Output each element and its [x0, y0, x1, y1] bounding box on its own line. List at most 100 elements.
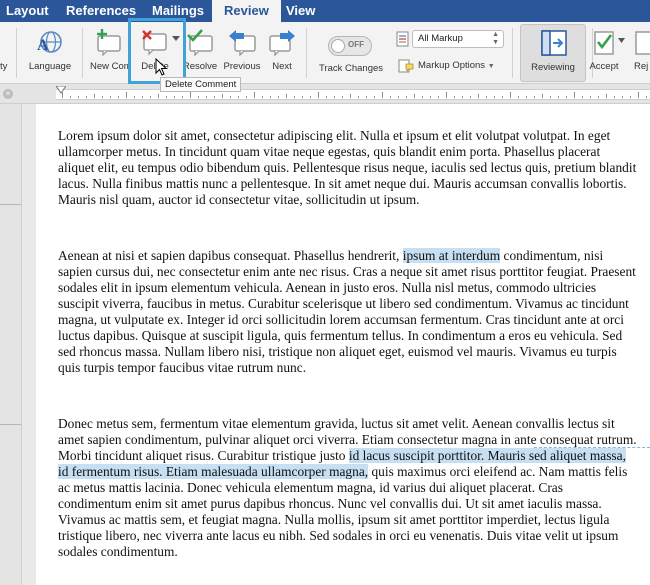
- new-comment-button[interactable]: New Comment: [86, 22, 130, 84]
- ruler-tick: [182, 96, 183, 98]
- reviewing-pane-button[interactable]: Reviewing: [520, 24, 586, 82]
- ruler-tick: [622, 96, 623, 98]
- resolve-label: Resolve: [182, 61, 218, 72]
- ruler-tick: [638, 92, 639, 98]
- vertical-ruler: [0, 104, 22, 585]
- ruler-tick: [118, 96, 119, 98]
- tab-layout[interactable]: Layout: [6, 0, 49, 22]
- markup-options-button[interactable]: Markup Options ▼: [418, 58, 495, 74]
- commented-text-selection[interactable]: ipsum at interdum: [402, 248, 501, 263]
- ruler-tick: [382, 92, 383, 98]
- ruler-tick: [478, 94, 479, 98]
- ruler-tick: [606, 94, 607, 98]
- comment-connector-line: [534, 447, 650, 448]
- ruler-tick: [198, 96, 199, 98]
- ruler-tick: [238, 96, 239, 98]
- ruler-tick: [406, 96, 407, 98]
- ruler-tick: [454, 96, 455, 98]
- ruler-tick: [326, 96, 327, 98]
- ruler-tick: [438, 96, 439, 98]
- ruler-tick: [590, 96, 591, 98]
- ruler-tick: [102, 96, 103, 98]
- reviewing-label: Reviewing: [531, 62, 575, 73]
- paragraph-3: Donec metus sem, fermentum vitae element…: [58, 416, 638, 560]
- reject-button[interactable]: Rej: [630, 22, 650, 84]
- ruler-tick: [158, 94, 159, 98]
- ruler-tick: [278, 96, 279, 98]
- ruler-tick: [598, 96, 599, 98]
- ruler-tick: [318, 92, 319, 98]
- tab-review[interactable]: Review: [212, 0, 281, 22]
- ruler-tick: [310, 96, 311, 98]
- ribbon-separator: [82, 28, 83, 78]
- language-label: Language: [28, 61, 72, 72]
- select-arrows-icon: ▲ ▼: [492, 31, 499, 46]
- next-comment-icon: [269, 30, 295, 56]
- previous-comment-button[interactable]: Previous: [220, 22, 264, 84]
- tab-references[interactable]: References: [66, 0, 136, 22]
- tab-view[interactable]: View: [286, 0, 315, 22]
- close-pane-icon[interactable]: ×: [3, 89, 13, 99]
- ruler-tick: [270, 96, 271, 98]
- markup-view-select[interactable]: All Markup ▲ ▼: [412, 30, 504, 48]
- ruler-tick: [86, 96, 87, 98]
- ruler-tick: [486, 96, 487, 98]
- horizontal-ruler[interactable]: ×: [0, 84, 650, 104]
- ruler-tick: [510, 92, 511, 98]
- display-for-review-icon: [396, 31, 409, 47]
- next-label: Next: [272, 61, 292, 72]
- ruler-tick: [254, 92, 255, 98]
- paragraph-2: Aenean at nisi et sapien dapibus consequ…: [58, 248, 638, 376]
- track-changes-toggle[interactable]: OFF: [328, 36, 372, 56]
- next-comment-button[interactable]: Next: [264, 22, 300, 84]
- paragraph-2-text: Aenean at nisi et sapien dapibus consequ…: [58, 248, 403, 263]
- ribbon-separator: [16, 28, 17, 78]
- resolve-button[interactable]: Resolve: [180, 22, 220, 84]
- reject-label: Rej: [634, 61, 649, 72]
- previous-comment-icon: [229, 30, 256, 56]
- ruler-tick: [366, 96, 367, 98]
- ruler-tick: [262, 96, 263, 98]
- ruler-tick: [110, 96, 111, 98]
- paragraph-2-text: condimentum, nisi sapien cursus dui, nec…: [58, 248, 636, 375]
- accept-dropdown-caret-icon[interactable]: [618, 38, 625, 44]
- ruler-tick: [614, 96, 615, 98]
- ruler-tick: [62, 92, 63, 98]
- first-line-indent-marker-icon[interactable]: [56, 86, 66, 94]
- ruler-tick: [390, 96, 391, 98]
- reviewing-pane-icon: [541, 30, 567, 56]
- language-button[interactable]: A Language: [22, 22, 78, 84]
- ruler-tick: [582, 96, 583, 98]
- ruler-tick: [398, 96, 399, 98]
- ruler-tick: [230, 96, 231, 98]
- track-changes-label: Track Changes: [318, 63, 384, 74]
- ruler-tick: [558, 96, 559, 98]
- ruler-tick: [550, 96, 551, 98]
- reject-icon: [635, 31, 650, 55]
- markup-options-icon: [398, 59, 414, 73]
- ruler-tick: [350, 94, 351, 98]
- ruler-tick: [574, 92, 575, 98]
- ruler-tick: [542, 94, 543, 98]
- ruler-tick: [494, 96, 495, 98]
- language-icon: A: [37, 31, 62, 54]
- ruler-tick: [630, 96, 631, 98]
- ruler-tick: [166, 96, 167, 98]
- markup-options-label: Markup Options: [418, 60, 486, 71]
- ruler-tick: [414, 94, 415, 98]
- ruler-tick: [566, 96, 567, 98]
- ruler-tick: [302, 96, 303, 98]
- delete-comment-tooltip: Delete Comment: [160, 77, 242, 92]
- document-page[interactable]: Lorem ipsum dolor sit amet, consectetur …: [36, 104, 650, 585]
- ruler-tick: [190, 92, 191, 98]
- ruler-tick: [286, 94, 287, 98]
- accept-button[interactable]: Accept: [584, 22, 624, 84]
- markup-select-value: All Markup: [418, 33, 463, 44]
- ruler-mark: [0, 424, 21, 425]
- ruler-tick: [294, 96, 295, 98]
- ruler-tick: [246, 96, 247, 98]
- ruler-tick: [526, 96, 527, 98]
- ruler-tick: [126, 92, 127, 98]
- ribbon-review: ty A Language New Comment: [0, 22, 650, 84]
- ruler-tick: [334, 96, 335, 98]
